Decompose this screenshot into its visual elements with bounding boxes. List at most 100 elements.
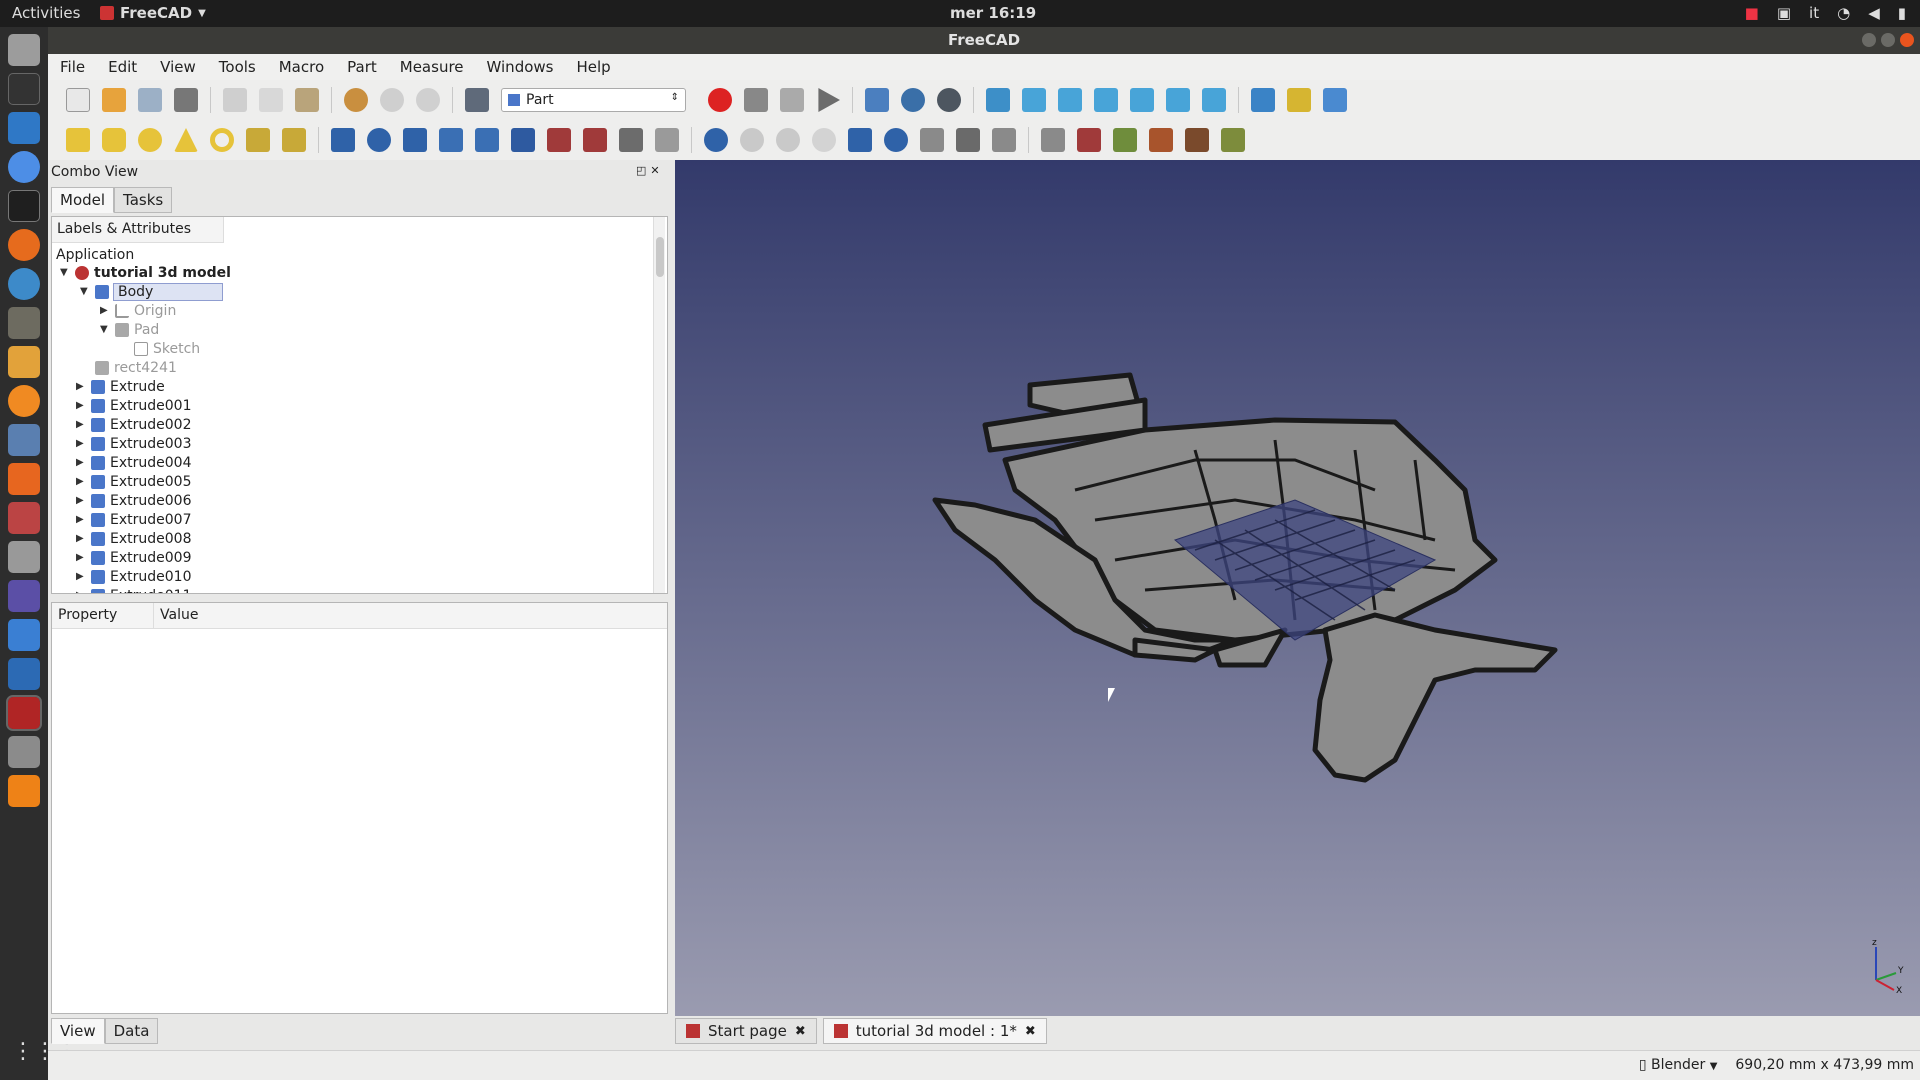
collapsed-arrow-icon[interactable]: ▶	[76, 419, 86, 430]
collapsed-arrow-icon[interactable]: ▶	[76, 533, 86, 544]
tree-extrude[interactable]: ▶ Extrude	[76, 377, 165, 396]
tab-tutorial-model[interactable]: tutorial 3d model : 1* ✖	[822, 1018, 1047, 1044]
tab-model[interactable]: Model	[51, 187, 115, 213]
property-column-header[interactable]: Property	[52, 603, 154, 628]
boolean-icon[interactable]	[704, 128, 728, 152]
fillet-icon[interactable]	[439, 128, 463, 152]
files-icon[interactable]	[8, 34, 40, 66]
create-group-icon[interactable]	[1323, 88, 1347, 112]
collapsed-arrow-icon[interactable]: ▶	[76, 400, 86, 411]
tree-extrude[interactable]: ▶ Extrude008	[76, 529, 191, 548]
split-icon[interactable]	[884, 128, 908, 152]
new-document-icon[interactable]	[66, 88, 90, 112]
property-panel[interactable]: Property Value	[51, 602, 668, 1014]
menu-help[interactable]: Help	[564, 54, 621, 80]
print-icon[interactable]	[174, 88, 198, 112]
cube-icon[interactable]	[66, 128, 90, 152]
mirror-icon[interactable]	[403, 128, 427, 152]
3d-viewport[interactable]: z Y X	[675, 160, 1920, 1016]
tree-sketch[interactable]: Sketch	[134, 339, 200, 358]
settings-icon[interactable]	[8, 502, 40, 534]
join-icon[interactable]	[848, 128, 872, 152]
revolve-icon[interactable]	[367, 128, 391, 152]
menu-measure[interactable]: Measure	[388, 54, 475, 80]
tree-extrude[interactable]: ▶ Extrude006	[76, 491, 191, 510]
menu-tools[interactable]: Tools	[207, 54, 267, 80]
chromium-icon[interactable]	[8, 151, 40, 183]
camera-indicator-icon[interactable]: ■	[1745, 4, 1759, 22]
ruled-surface-icon[interactable]	[547, 128, 571, 152]
view-right-icon[interactable]	[1094, 88, 1118, 112]
menu-macro[interactable]: Macro	[267, 54, 335, 80]
writer-icon[interactable]	[8, 112, 40, 144]
menu-part[interactable]: Part	[335, 54, 388, 80]
run-macro-icon[interactable]	[818, 88, 840, 112]
expanded-arrow-icon[interactable]: ▼	[80, 286, 90, 297]
defeaturing-icon[interactable]	[1077, 128, 1101, 152]
menu-file[interactable]: File	[48, 54, 96, 80]
fit-selection-icon[interactable]	[901, 88, 925, 112]
blender-icon[interactable]	[8, 385, 40, 417]
chamfer-icon[interactable]	[475, 128, 499, 152]
draw-icon[interactable]	[8, 346, 40, 378]
stop-macro-icon[interactable]	[744, 88, 768, 112]
refresh-icon[interactable]	[416, 88, 440, 112]
record-macro-icon[interactable]	[708, 88, 732, 112]
tree-extrude[interactable]: ▶ Extrude001	[76, 396, 191, 415]
workbench-selector[interactable]: Part ⇕	[501, 88, 686, 112]
collapsed-arrow-icon[interactable]: ▶	[76, 457, 86, 468]
volume-icon[interactable]: ◀	[1868, 4, 1880, 22]
tree-extrude[interactable]: ▶ Extrude011	[76, 586, 191, 593]
section-icon[interactable]	[992, 128, 1016, 152]
tree-rect[interactable]: rect4241	[95, 358, 177, 377]
menu-view[interactable]: View	[148, 54, 207, 80]
sweep-icon[interactable]	[619, 128, 643, 152]
collapsed-arrow-icon[interactable]: ▶	[76, 590, 86, 593]
close-tab-icon[interactable]: ✖	[795, 1024, 806, 1039]
shape-builder-icon[interactable]	[282, 128, 306, 152]
tree-extrude[interactable]: ▶ Extrude005	[76, 472, 191, 491]
cross-section-icon[interactable]	[1041, 128, 1065, 152]
collapsed-arrow-icon[interactable]: ▶	[100, 305, 110, 316]
view-rear-icon[interactable]	[1130, 88, 1154, 112]
cone-icon[interactable]	[174, 128, 198, 152]
tree-extrude[interactable]: ▶ Extrude002	[76, 415, 191, 434]
menu-windows[interactable]: Windows	[475, 54, 565, 80]
tab-data[interactable]: Data	[104, 1018, 159, 1044]
inkscape-icon[interactable]	[8, 73, 40, 105]
clipboard-icon[interactable]: ▣	[1777, 4, 1791, 22]
freecad-dock-icon[interactable]	[6, 695, 42, 731]
primitives-icon[interactable]	[246, 128, 270, 152]
tab-view[interactable]: View	[51, 1018, 105, 1044]
save-icon[interactable]	[138, 88, 162, 112]
video-icon[interactable]	[8, 580, 40, 612]
edit-macro-icon[interactable]	[780, 88, 804, 112]
torus-icon[interactable]	[210, 128, 234, 152]
language-indicator[interactable]: it	[1809, 4, 1819, 22]
value-column-header[interactable]: Value	[154, 603, 667, 628]
scanner-icon[interactable]	[8, 424, 40, 456]
collapsed-arrow-icon[interactable]: ▶	[76, 571, 86, 582]
wifi-icon[interactable]: ◔	[1837, 4, 1850, 22]
collapsed-arrow-icon[interactable]: ▶	[76, 381, 86, 392]
open-icon[interactable]	[102, 88, 126, 112]
refine-shape-icon[interactable]	[1149, 128, 1173, 152]
activities-button[interactable]: Activities	[12, 4, 80, 22]
fuse-icon[interactable]	[776, 128, 800, 152]
close-tab-icon[interactable]: ✖	[1025, 1024, 1036, 1039]
extrude-icon[interactable]	[331, 128, 355, 152]
tree-extrude[interactable]: ▶ Extrude010	[76, 567, 191, 586]
draw-style-icon[interactable]	[937, 88, 961, 112]
view-front-icon[interactable]	[1022, 88, 1046, 112]
float-panel-icon[interactable]: ◰	[636, 164, 646, 177]
undo-icon[interactable]	[344, 88, 368, 112]
tree-extrude[interactable]: ▶ Extrude009	[76, 548, 191, 567]
maximize-icon[interactable]	[1881, 33, 1895, 47]
terminal-icon[interactable]	[8, 190, 40, 222]
view-bottom-icon[interactable]	[1166, 88, 1190, 112]
software-center-icon[interactable]	[8, 463, 40, 495]
common-icon[interactable]	[812, 128, 836, 152]
copy-icon[interactable]	[259, 88, 283, 112]
tree-body[interactable]: ▼ Body	[80, 282, 223, 301]
cut-icon[interactable]	[223, 88, 247, 112]
